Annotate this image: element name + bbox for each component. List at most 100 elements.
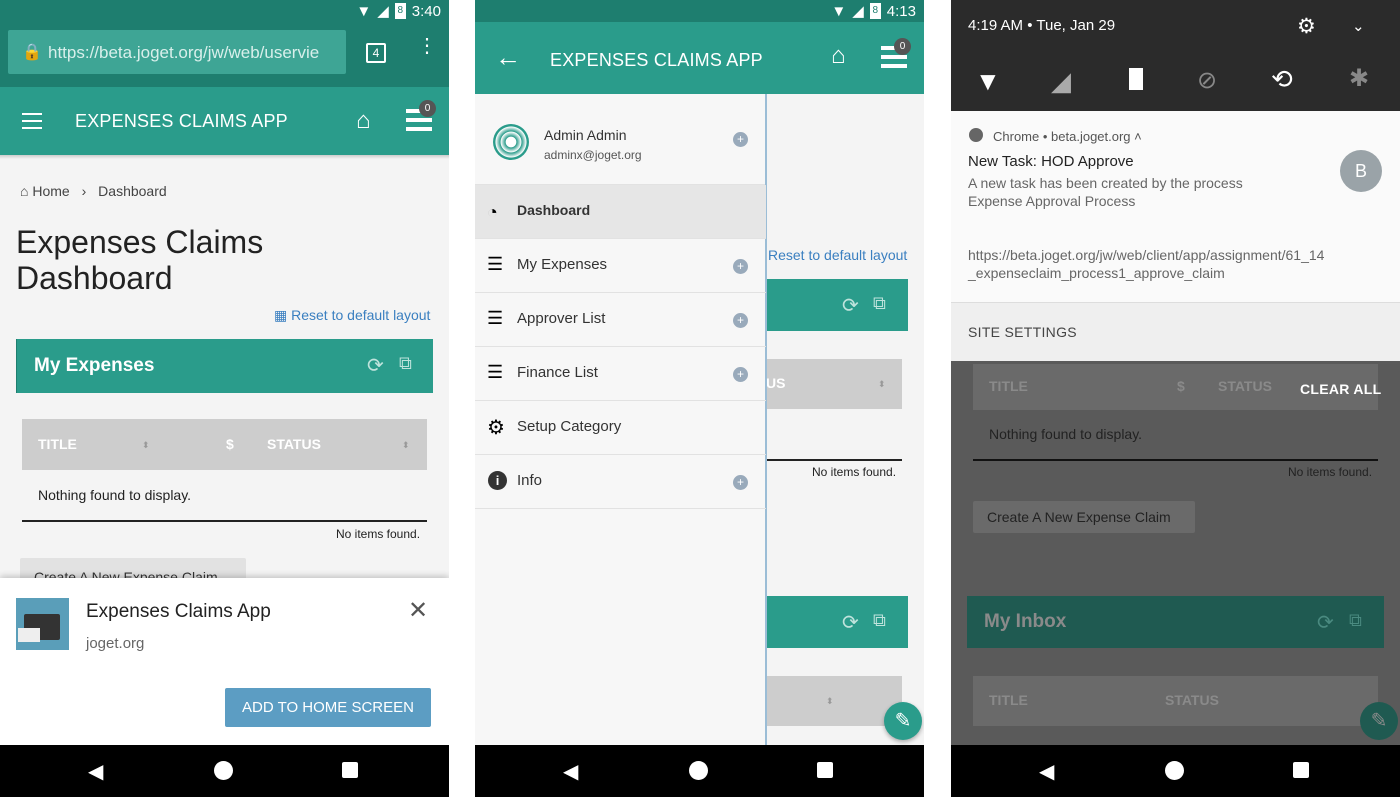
create-expense-button[interactable]: Create A New Expense Claim: [973, 501, 1195, 533]
chevron-down-icon[interactable]: ⌄: [1352, 17, 1365, 35]
hamburger-menu-icon[interactable]: [22, 113, 42, 129]
empty-message: Nothing found to display.: [989, 426, 1143, 442]
col-status[interactable]: STATUS: [267, 436, 321, 452]
auto-rotate-icon[interactable]: ⟲: [1271, 64, 1293, 95]
menu-item-info[interactable]: i Info +: [475, 455, 766, 509]
dashboard-icon: ◔: [487, 202, 498, 222]
home-nav-icon[interactable]: [1165, 761, 1184, 780]
app-bar: ← EXPENSES CLAIMS APP ⌂ 0: [475, 22, 924, 94]
info-icon: i: [488, 471, 507, 490]
url-bar[interactable]: 🔒 https://beta.joget.org/jw/web/uservie: [8, 30, 346, 74]
home-icon[interactable]: ⌂: [831, 42, 846, 70]
battery-saver-icon[interactable]: [1129, 68, 1143, 90]
notification-url-line1: https://beta.joget.org/jw/web/client/app…: [968, 247, 1325, 263]
refresh-icon[interactable]: ⟳: [842, 610, 859, 635]
clock: 4:13: [886, 2, 916, 20]
dnd-off-icon[interactable]: ⊘: [1197, 66, 1217, 95]
col-title[interactable]: TITLE: [38, 436, 77, 452]
sort-icon[interactable]: ⬍: [402, 440, 410, 451]
external-link-icon[interactable]: ⧉: [873, 293, 886, 314]
tab-switcher-button[interactable]: 4: [366, 43, 386, 63]
sort-icon[interactable]: ⬍: [826, 696, 834, 707]
phone-screen-notifications: TITLE $ STATUS Nothing found to display.…: [951, 0, 1400, 797]
menu-item-my-expenses[interactable]: ☰ My Expenses +: [475, 239, 766, 293]
appbar-shadow: [0, 155, 449, 159]
sort-icon[interactable]: ⬍: [878, 379, 886, 390]
wifi-icon[interactable]: ▼: [975, 66, 1001, 97]
inbox-count-badge: 0: [894, 38, 911, 55]
breadcrumb-home[interactable]: Home: [32, 183, 69, 199]
site-settings-action[interactable]: SITE SETTINGS: [951, 302, 1400, 361]
back-nav-icon[interactable]: ◀: [1039, 759, 1054, 784]
expand-user-icon[interactable]: +: [733, 132, 748, 147]
overflow-menu-icon[interactable]: ⋮: [417, 36, 437, 56]
col-title: TITLE: [989, 692, 1028, 708]
recents-nav-icon[interactable]: [817, 762, 833, 778]
widget-header-2: ⟳ ⧉: [766, 596, 908, 648]
edit-fab-pencil-icon[interactable]: ✎: [1360, 702, 1398, 740]
external-link-icon[interactable]: ⧉: [1349, 610, 1362, 631]
expand-plus-icon[interactable]: +: [733, 367, 748, 382]
clear-all-button[interactable]: CLEAR ALL: [1300, 381, 1382, 397]
widget-title: My Inbox: [984, 611, 1067, 632]
refresh-icon[interactable]: ⟳: [842, 293, 859, 318]
external-link-icon[interactable]: ⧉: [399, 353, 412, 374]
notification-body-line1: A new task has been created by the proce…: [968, 175, 1243, 191]
notification-body-line2: Expense Approval Process: [968, 193, 1136, 209]
home-small-icon: ⌂: [20, 183, 29, 199]
menu-item-approver-list[interactable]: ☰ Approver List +: [475, 293, 766, 347]
home-nav-icon[interactable]: [214, 761, 233, 780]
edit-fab-pencil-icon[interactable]: ✎: [884, 702, 922, 740]
expand-plus-icon[interactable]: +: [733, 313, 748, 328]
navigation-drawer: Admin Admin adminx@joget.org + ◔ Dashboa…: [475, 94, 767, 745]
back-nav-icon[interactable]: ◀: [88, 759, 103, 784]
user-name: Admin Admin: [544, 127, 627, 143]
android-nav-bar: ◀: [475, 745, 924, 797]
external-link-icon[interactable]: ⧉: [873, 610, 886, 631]
refresh-icon[interactable]: ⟳: [1317, 610, 1334, 635]
recents-nav-icon[interactable]: [342, 762, 358, 778]
user-email: adminx@joget.org: [544, 148, 642, 162]
reset-layout-link[interactable]: Reset to default layout: [768, 247, 907, 263]
menu-label: Dashboard: [517, 202, 591, 218]
notification-title: New Task: HOD Approve: [968, 153, 1134, 170]
menu-item-dashboard[interactable]: ◔ Dashboard: [475, 185, 766, 239]
home-icon[interactable]: ⌂: [356, 107, 371, 135]
menu-label: My Expenses: [517, 256, 608, 273]
date-text: Tue, Jan 29: [1036, 17, 1116, 34]
home-nav-icon[interactable]: [689, 761, 708, 780]
site-settings-label: SITE SETTINGS: [968, 324, 1077, 340]
sort-icon[interactable]: ⬍: [142, 440, 150, 451]
menu-item-setup-category[interactable]: ⚙ Setup Category: [475, 401, 766, 455]
expand-plus-icon[interactable]: +: [733, 475, 748, 490]
menu-item-finance-list[interactable]: ☰ Finance List +: [475, 347, 766, 401]
widget-title: My Expenses: [34, 355, 155, 376]
expand-plus-icon[interactable]: +: [733, 259, 748, 274]
add-to-home-button[interactable]: ADD TO HOME SCREEN: [225, 688, 431, 727]
wifi-icon: ▼: [831, 2, 847, 20]
chrome-notification[interactable]: Chrome • beta.joget.org ˄ New Task: HOD …: [951, 111, 1400, 302]
breadcrumb-separator: ›: [81, 183, 87, 199]
divider: [973, 459, 1378, 461]
menu-label: Finance List: [517, 364, 598, 381]
table-header: US ⬍: [766, 359, 902, 409]
recents-nav-icon[interactable]: [1293, 762, 1309, 778]
refresh-icon[interactable]: ⟳: [367, 353, 384, 378]
no-items-text: No items found.: [336, 527, 421, 541]
bluetooth-icon[interactable]: ✱: [1349, 64, 1369, 93]
col-amount[interactable]: $: [226, 436, 234, 452]
no-items-text: No items found.: [812, 465, 897, 479]
breadcrumb-current: Dashboard: [98, 183, 167, 199]
close-icon[interactable]: ✕: [408, 596, 428, 625]
url-text: https://beta.joget.org/jw/web/uservie: [48, 43, 320, 62]
no-items-text: No items found.: [1288, 465, 1373, 479]
back-arrow-icon[interactable]: ←: [495, 42, 521, 73]
settings-gear-icon[interactable]: ⚙: [1297, 14, 1316, 39]
notification-header: Chrome • beta.joget.org ˄: [993, 129, 1142, 144]
back-nav-icon[interactable]: ◀: [563, 759, 578, 784]
inbox-table-header: TITLE STATUS: [973, 676, 1378, 726]
reset-layout-link[interactable]: ▦ Reset to default layout: [274, 307, 430, 324]
signal-icon[interactable]: ◢: [1051, 66, 1071, 97]
android-nav-bar: ◀: [951, 745, 1400, 797]
shade-time: 4:19 AM • Tue, Jan 29: [968, 17, 1116, 34]
